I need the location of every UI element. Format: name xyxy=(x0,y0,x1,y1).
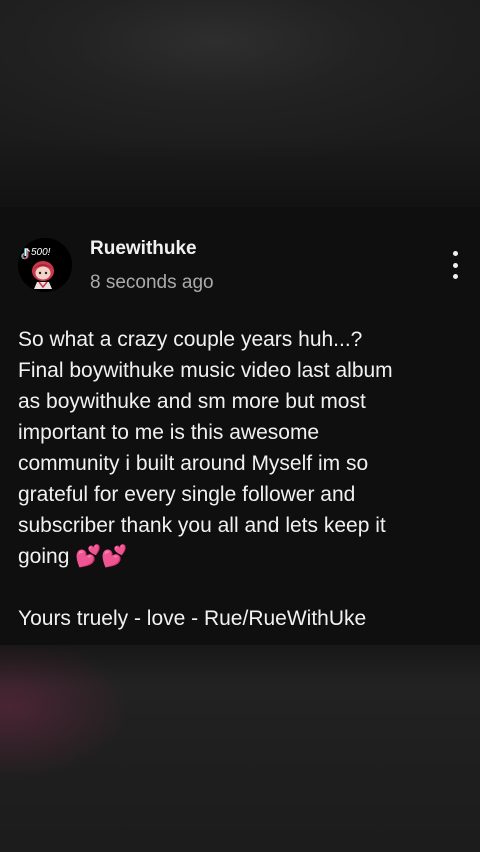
avatar-badge-text: 500! xyxy=(31,247,51,258)
more-vertical-icon-dot xyxy=(452,262,458,268)
author-name[interactable]: Ruewithuke xyxy=(90,238,197,260)
post-text-line: subscriber thank you all and lets keep i… xyxy=(18,514,386,537)
more-vertical-icon-dot xyxy=(452,251,458,256)
post-text-line: So what a crazy couple years huh...? xyxy=(18,328,363,351)
post-text-line: grateful for every single follower and xyxy=(18,483,356,506)
post-signature: Yours truely - love - Rue/RueWithUke xyxy=(18,607,367,630)
post-text-line: Final boywithuke music video last album xyxy=(18,359,393,382)
avatar[interactable]: 500! xyxy=(18,238,72,292)
post-timestamp: 8 seconds ago xyxy=(90,272,214,293)
blurred-background-bottom xyxy=(0,645,480,852)
post-text-line: community i built around Myself im so xyxy=(18,452,369,475)
community-post-card: 500! Ruewithuke 8 seconds ago So what a … xyxy=(0,207,480,645)
post-text-line: going 💕💕 xyxy=(18,545,128,568)
more-vertical-icon-dot xyxy=(452,274,458,279)
post-body: So what a crazy couple years huh...? Fin… xyxy=(18,324,464,634)
post-text-line: important to me is this awesome xyxy=(18,421,320,444)
post-text-line: as boywithuke and sm more but most xyxy=(18,390,366,413)
avatar-image: 500! xyxy=(18,238,72,292)
more-options-button[interactable] xyxy=(440,249,470,281)
blurred-background-top xyxy=(0,0,480,207)
